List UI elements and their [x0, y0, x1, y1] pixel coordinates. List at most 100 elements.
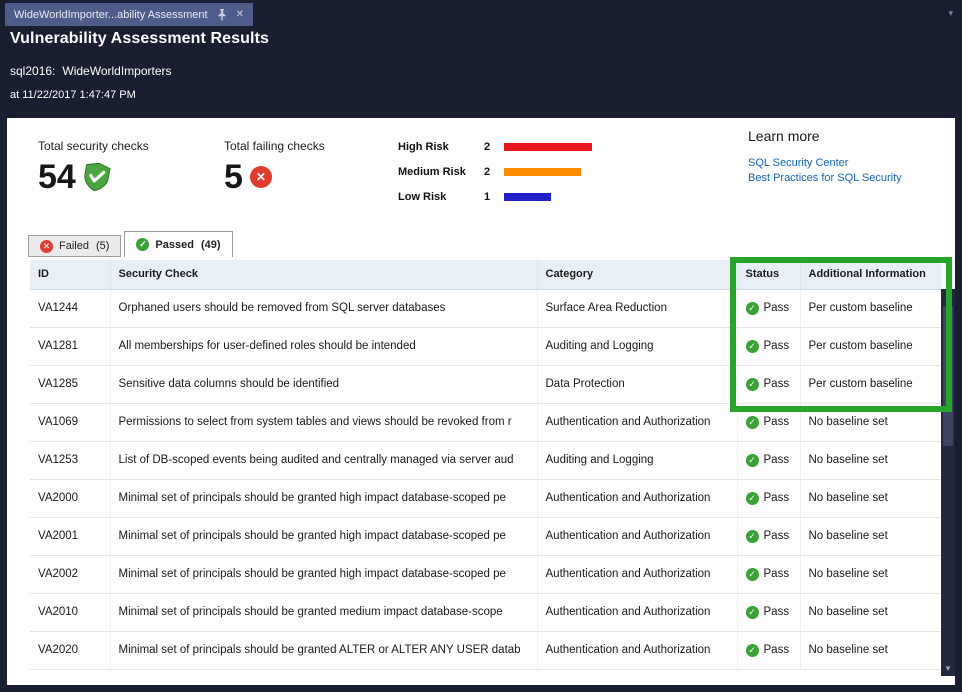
status-text: Pass	[764, 416, 790, 428]
cell-status: ✓ Pass	[737, 479, 800, 517]
cell-id: VA2020	[30, 631, 110, 669]
cell-category: Data Protection	[537, 365, 737, 403]
pass-icon: ✓	[746, 644, 759, 657]
table-row[interactable]: VA2001 Minimal set of principals should …	[30, 517, 941, 555]
column-header-category: Category	[537, 260, 737, 289]
scrollbar-thumb[interactable]	[943, 306, 953, 446]
cell-status: ✓ Pass	[737, 327, 800, 365]
table-row[interactable]: VA2000 Minimal set of principals should …	[30, 479, 941, 517]
table-row[interactable]: VA2002 Minimal set of principals should …	[30, 555, 941, 593]
table-row[interactable]: VA1281 All memberships for user-defined …	[30, 327, 941, 365]
cell-id: VA2002	[30, 555, 110, 593]
failed-tab-icon: ✕	[40, 240, 53, 253]
table-row[interactable]: VA1069 Permissions to select from system…	[30, 403, 941, 441]
cell-status: ✓ Pass	[737, 555, 800, 593]
report-body: Total security checks 54 Total failing c…	[7, 118, 955, 685]
table-row[interactable]: VA1253 List of DB-scoped events being au…	[30, 441, 941, 479]
link-sql-security-center[interactable]: SQL Security Center	[748, 156, 902, 171]
pass-icon: ✓	[746, 378, 759, 391]
cell-status: ✓ Pass	[737, 441, 800, 479]
tab-failed[interactable]: ✕ Failed (5)	[28, 235, 121, 257]
medium-risk-bar	[504, 168, 581, 176]
document-tab[interactable]: WideWorldImporter...ability Assessment ✕	[5, 3, 253, 26]
cell-security-check: Orphaned users should be removed from SQ…	[110, 289, 537, 327]
passed-tab-label: Passed	[155, 239, 194, 251]
medium-risk-label: Medium Risk	[398, 166, 484, 178]
cell-security-check: Minimal set of principals should be gran…	[110, 517, 537, 555]
window-menu-caret-icon[interactable]: ▾	[948, 8, 953, 19]
low-risk-bar	[504, 193, 551, 201]
vulnerability-assessment-window: WideWorldImporter...ability Assessment ✕…	[0, 0, 962, 692]
high-risk-label: High Risk	[398, 141, 484, 153]
cell-additional-info: Per custom baseline	[800, 365, 941, 403]
close-icon[interactable]: ✕	[236, 10, 244, 20]
pass-icon: ✓	[746, 530, 759, 543]
cell-id: VA2001	[30, 517, 110, 555]
table-row[interactable]: VA1244 Orphaned users should be removed …	[30, 289, 941, 327]
learn-more-title: Learn more	[748, 128, 902, 144]
cell-status: ✓ Pass	[737, 517, 800, 555]
pass-icon: ✓	[746, 340, 759, 353]
table-row[interactable]: VA2010 Minimal set of principals should …	[30, 593, 941, 631]
failing-checks-value: 5	[224, 159, 243, 195]
medium-risk-count: 2	[484, 166, 504, 178]
document-tab-bar: WideWorldImporter...ability Assessment ✕…	[0, 0, 962, 26]
results-table-body: VA1244 Orphaned users should be removed …	[30, 289, 941, 669]
cell-security-check: All memberships for user-defined roles s…	[110, 327, 537, 365]
scroll-up-button[interactable]: ▲	[941, 289, 955, 304]
status-text: Pass	[764, 340, 790, 352]
scan-timestamp: at 11/22/2017 1:47:47 PM	[10, 89, 269, 101]
cell-status: ✓ Pass	[737, 631, 800, 669]
server-name: sql2016:	[10, 64, 55, 78]
cell-id: VA1069	[30, 403, 110, 441]
document-tab-title: WideWorldImporter...ability Assessment	[14, 9, 208, 21]
results-tab-bar: ✕ Failed (5) ✓ Passed (49)	[28, 231, 233, 257]
cell-id: VA2000	[30, 479, 110, 517]
cell-id: VA1281	[30, 327, 110, 365]
status-text: Pass	[764, 606, 790, 618]
cell-id: VA2010	[30, 593, 110, 631]
table-row[interactable]: VA1285 Sensitive data columns should be …	[30, 365, 941, 403]
link-best-practices[interactable]: Best Practices for SQL Security	[748, 171, 902, 186]
report-header: Vulnerability Assessment Results sql2016…	[10, 30, 269, 101]
table-row[interactable]: VA2020 Minimal set of principals should …	[30, 631, 941, 669]
status-text: Pass	[764, 644, 790, 656]
cell-status: ✓ Pass	[737, 289, 800, 327]
column-header-status: Status	[737, 260, 800, 289]
status-text: Pass	[764, 492, 790, 504]
cell-additional-info: No baseline set	[800, 479, 941, 517]
status-text: Pass	[764, 302, 790, 314]
pass-icon: ✓	[746, 416, 759, 429]
total-checks-value: 54	[38, 159, 76, 195]
column-header-security-check: Security Check	[110, 260, 537, 289]
pin-icon[interactable]	[217, 9, 227, 21]
vertical-scrollbar[interactable]: ▲ ▼	[941, 289, 955, 676]
column-header-id: ID	[30, 260, 110, 289]
medium-risk-row: Medium Risk 2	[398, 159, 592, 184]
failed-tab-count: (5)	[96, 240, 109, 252]
passed-tab-count: (49)	[201, 239, 221, 251]
cell-security-check: Permissions to select from system tables…	[110, 403, 537, 441]
low-risk-row: Low Risk 1	[398, 184, 592, 209]
pass-icon: ✓	[746, 302, 759, 315]
scroll-down-button[interactable]: ▼	[941, 661, 955, 676]
cell-additional-info: No baseline set	[800, 631, 941, 669]
cell-category: Auditing and Logging	[537, 441, 737, 479]
total-checks-label: Total security checks	[38, 139, 149, 153]
cell-security-check: Minimal set of principals should be gran…	[110, 555, 537, 593]
results-table: ID Security Check Category Status Additi…	[30, 260, 941, 670]
cell-category: Authentication and Authorization	[537, 517, 737, 555]
status-text: Pass	[764, 530, 790, 542]
cell-status: ✓ Pass	[737, 403, 800, 441]
failed-tab-label: Failed	[59, 240, 89, 252]
high-risk-count: 2	[484, 141, 504, 153]
cell-category: Authentication and Authorization	[537, 479, 737, 517]
pass-icon: ✓	[746, 568, 759, 581]
cell-status: ✓ Pass	[737, 593, 800, 631]
cell-additional-info: No baseline set	[800, 555, 941, 593]
pass-icon: ✓	[746, 492, 759, 505]
cell-security-check: Minimal set of principals should be gran…	[110, 593, 537, 631]
tab-passed[interactable]: ✓ Passed (49)	[124, 231, 232, 257]
cell-additional-info: No baseline set	[800, 517, 941, 555]
cell-category: Auditing and Logging	[537, 327, 737, 365]
